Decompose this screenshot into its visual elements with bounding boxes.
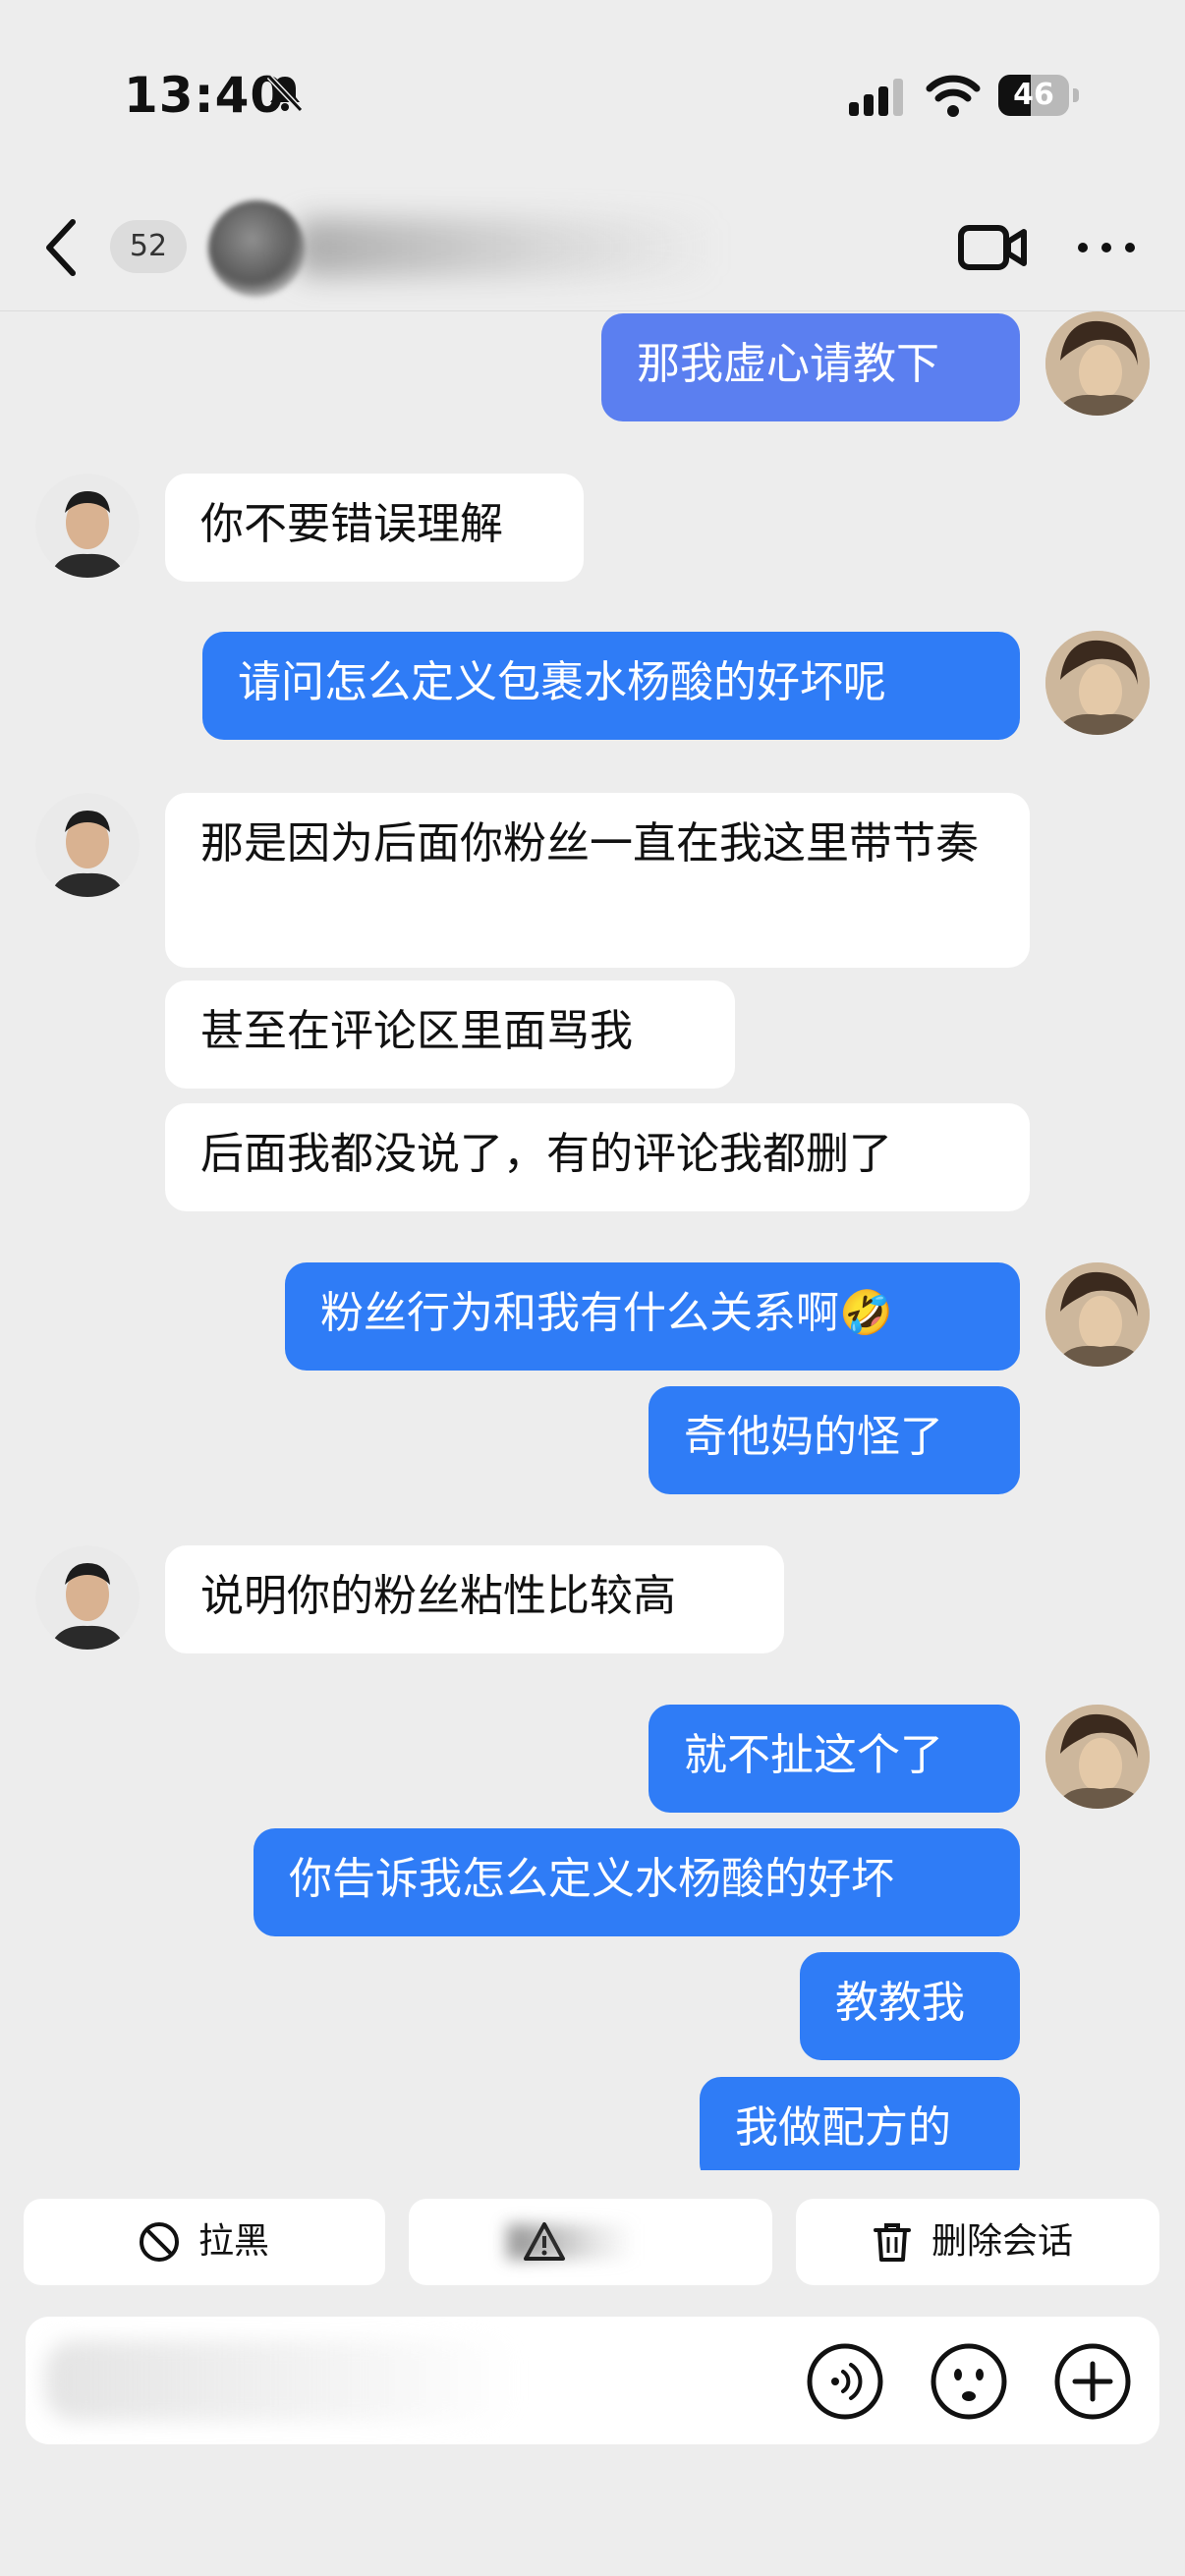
my-avatar[interactable]: [1045, 311, 1150, 416]
unread-count-badge: 52: [110, 220, 187, 273]
message-bubble-in[interactable]: 那是因为后面你粉丝一直在我这里带节奏: [165, 793, 1030, 968]
contact-avatar[interactable]: [35, 474, 140, 578]
message-text: 你不要错误理解: [200, 499, 503, 549]
bell-muted-icon: [266, 74, 304, 113]
message-bubble-in[interactable]: 你不要错误理解: [165, 474, 584, 582]
block-label: 拉黑: [198, 2221, 270, 2262]
voice-icon[interactable]: [806, 2342, 884, 2421]
message-bubble-out[interactable]: 就不扯这个了: [649, 1705, 1020, 1813]
my-avatar[interactable]: [1045, 1705, 1150, 1809]
message-bubble-out[interactable]: 教教我: [800, 1952, 1020, 2060]
message-text: 我做配方的: [735, 2102, 951, 2153]
message-bubble-out[interactable]: 请问怎么定义包裹水杨酸的好坏呢: [202, 632, 1020, 740]
battery-icon: 46: [998, 75, 1079, 116]
message-text: 就不扯这个了: [684, 1730, 943, 1780]
emoji-icon[interactable]: [930, 2342, 1008, 2421]
message-text: 说明你的粉丝粘性比较高: [200, 1571, 676, 1621]
message-text: 粉丝行为和我有什么关系啊: [320, 1288, 839, 1338]
message-text: 你告诉我怎么定义水杨酸的好坏: [289, 1854, 894, 1904]
message-text: 那是因为后面你粉丝一直在我这里带节奏: [200, 818, 979, 868]
status-time: 13:40: [124, 67, 286, 124]
battery-level: 46: [1013, 78, 1054, 112]
my-avatar[interactable]: [1045, 631, 1150, 735]
message-text: 奇他妈的怪了: [684, 1412, 943, 1462]
message-bubble-in[interactable]: 甚至在评论区里面骂我: [165, 980, 735, 1089]
status-bar: 13:40 46: [0, 0, 1185, 187]
message-text: 教教我: [835, 1978, 965, 2028]
wifi-icon: [926, 75, 981, 117]
message-input[interactable]: [45, 2340, 517, 2421]
trash-icon: [874, 2223, 911, 2262]
more-icon[interactable]: [1075, 230, 1138, 265]
delete-conversation-button[interactable]: 删除会话: [796, 2199, 1159, 2285]
message-list[interactable]: 那我虚心请教下 你不要错误理解 请问怎么定义包裹水杨酸的好坏呢 那是因为后面你粉…: [0, 311, 1185, 2170]
plus-icon[interactable]: [1053, 2342, 1132, 2421]
contact-name-redacted[interactable]: [295, 218, 717, 277]
contact-avatar[interactable]: [35, 1545, 140, 1650]
message-bubble-out[interactable]: 那我虚心请教下: [601, 313, 1020, 421]
message-bubble-out[interactable]: 粉丝行为和我有什么关系啊🤣: [285, 1262, 1020, 1371]
report-label-redacted: [507, 2224, 635, 2260]
message-bubble-out[interactable]: 你告诉我怎么定义水杨酸的好坏: [254, 1828, 1020, 1936]
report-button[interactable]: [409, 2199, 772, 2285]
message-bubble-out[interactable]: 奇他妈的怪了: [649, 1386, 1020, 1494]
message-bubble-out[interactable]: 我做配方的: [700, 2077, 1020, 2170]
my-avatar[interactable]: [1045, 1262, 1150, 1367]
message-text: 那我虚心请教下: [637, 339, 939, 389]
contact-avatar[interactable]: [35, 793, 140, 897]
delete-conversation-label: 删除会话: [931, 2221, 1074, 2262]
message-text: 后面我都没说了，有的评论我都删了: [200, 1129, 892, 1179]
message-text: 甚至在评论区里面骂我: [200, 1006, 633, 1056]
video-call-icon[interactable]: [957, 220, 1028, 275]
cellular-signal-icon: [849, 79, 903, 116]
message-bubble-in[interactable]: 后面我都没说了，有的评论我都删了: [165, 1103, 1030, 1211]
laughing-emoji: 🤣: [839, 1288, 893, 1338]
block-button[interactable]: 拉黑: [24, 2199, 385, 2285]
back-chevron-icon[interactable]: [41, 216, 81, 279]
block-icon: [140, 2222, 179, 2262]
message-text: 请问怎么定义包裹水杨酸的好坏呢: [238, 657, 886, 707]
contact-avatar-redacted[interactable]: [208, 200, 305, 297]
message-bubble-in[interactable]: 说明你的粉丝粘性比较高: [165, 1545, 784, 1653]
